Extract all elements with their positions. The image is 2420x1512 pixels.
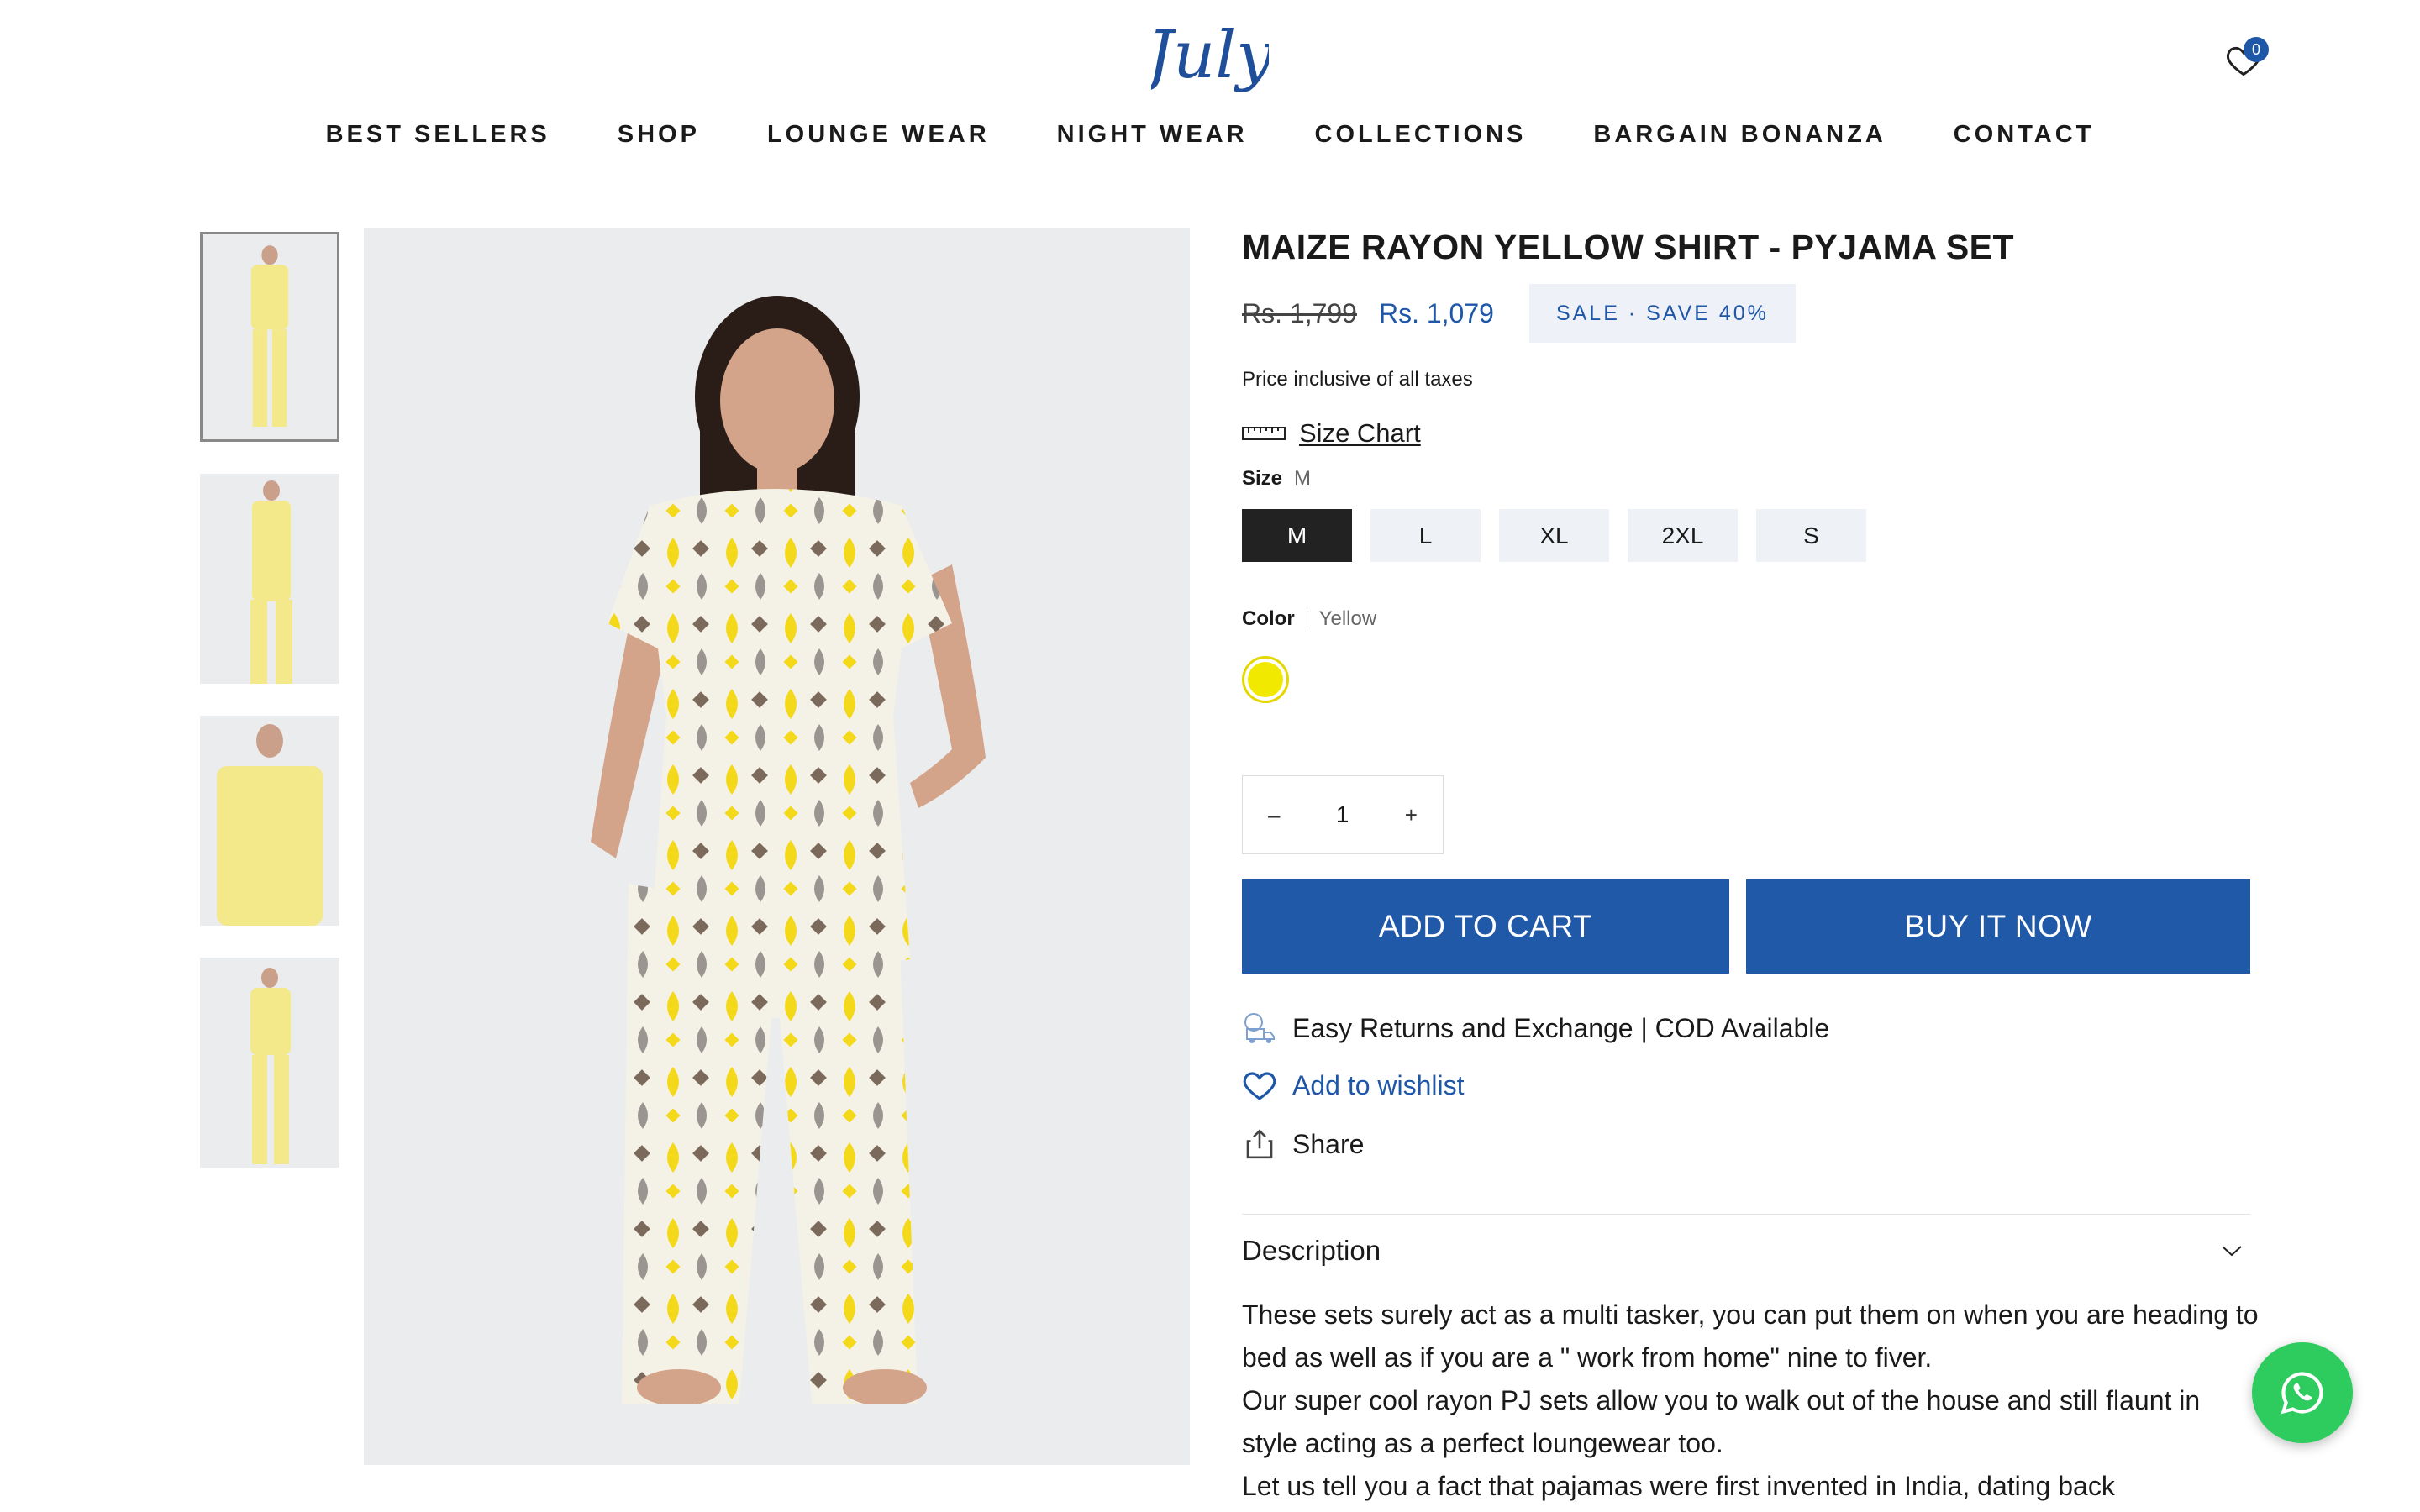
thumbnail-1[interactable] — [200, 232, 339, 442]
buy-now-button[interactable]: BUY IT NOW — [1746, 879, 2250, 974]
product-title: MAIZE RAYON YELLOW SHIRT - PYJAMA SET — [1242, 228, 2015, 266]
color-option-label: Color Yellow — [1242, 607, 2250, 631]
product-photo — [364, 228, 1190, 1465]
nav-lounge-wear[interactable]: LOUNGE WEAR — [767, 118, 990, 151]
thumbnail-list — [200, 232, 339, 1200]
share-link[interactable]: Share — [1242, 1126, 2250, 1162]
nav-shop[interactable]: SHOP — [618, 118, 700, 151]
share-label: Share — [1292, 1128, 1365, 1159]
description-paragraph: Our super cool rayon PJ sets allow you t… — [1242, 1385, 2201, 1458]
size-option-s[interactable]: S — [1756, 509, 1866, 562]
product-thumbnail-image — [200, 958, 339, 1168]
size-selector: M L XL 2XL S — [1242, 509, 2250, 562]
size-option-l[interactable]: L — [1370, 509, 1481, 562]
sale-badge: SALE · SAVE 40% — [1528, 284, 1796, 343]
size-option-m[interactable]: M — [1242, 509, 1352, 562]
quantity-decrease-button[interactable]: – — [1268, 802, 1280, 828]
quantity-stepper: – 1 + — [1242, 775, 1444, 854]
chevron-down-icon — [2222, 1246, 2242, 1257]
product-info: MAIZE RAYON YELLOW SHIRT - PYJAMA SET Rs… — [1242, 223, 2259, 1508]
price-row: Rs. 1,799 Rs. 1,079 SALE · SAVE 40% — [1242, 284, 2250, 343]
size-option-2xl[interactable]: 2XL — [1628, 509, 1738, 562]
color-selected-value: Yellow — [1318, 607, 1377, 630]
size-chart-link[interactable]: Size Chart — [1242, 418, 2250, 449]
brand-logo[interactable]: July — [1135, 18, 1274, 102]
svg-text:July: July — [1151, 22, 1269, 93]
nav-collections[interactable]: COLLECTIONS — [1315, 118, 1527, 151]
size-option-xl[interactable]: XL — [1499, 509, 1609, 562]
nav-bargain-bonanza[interactable]: BARGAIN BONANZA — [1593, 118, 1886, 151]
wishlist-count-badge: 0 — [2244, 37, 2269, 62]
main-nav: BEST SELLERS SHOP LOUNGE WEAR NIGHT WEAR… — [0, 118, 2420, 151]
size-label: Size — [1242, 467, 1283, 490]
thumbnail-3[interactable] — [200, 716, 339, 926]
color-label: Color — [1242, 607, 1295, 630]
size-chart-label: Size Chart — [1299, 418, 1421, 448]
nav-night-wear[interactable]: NIGHT WEAR — [1057, 118, 1248, 151]
nav-contact[interactable]: CONTACT — [1954, 118, 2095, 151]
original-price: Rs. 1,799 — [1242, 297, 1357, 328]
section-divider — [1242, 1214, 2250, 1215]
description-title: Description — [1242, 1235, 1381, 1266]
product-thumbnail-image — [200, 716, 339, 926]
tax-note: Price inclusive of all taxes — [1242, 368, 1473, 391]
nav-best-sellers[interactable]: BEST SELLERS — [326, 118, 550, 151]
logo-graphic: July — [1135, 18, 1274, 93]
heart-icon — [1243, 1072, 1276, 1100]
returns-info: Easy Returns and Exchange | COD Availabl… — [1242, 1011, 2250, 1046]
thumbnail-4[interactable] — [200, 958, 339, 1168]
size-option-label: Size M — [1242, 467, 2250, 491]
quantity-value[interactable]: 1 — [1336, 801, 1349, 828]
swatch-fill — [1248, 662, 1283, 697]
description-body: These sets surely act as a multi tasker,… — [1242, 1294, 2259, 1508]
wishlist-label: Add to wishlist — [1292, 1069, 1465, 1100]
ruler-icon — [1242, 427, 1286, 440]
main-product-image[interactable] — [364, 228, 1190, 1465]
thumbnail-2[interactable] — [200, 474, 339, 684]
product-thumbnail-image — [203, 235, 337, 438]
description-paragraph: These sets surely act as a multi tasker,… — [1242, 1299, 2259, 1373]
whatsapp-icon — [2281, 1372, 2323, 1415]
quantity-increase-button[interactable]: + — [1405, 802, 1418, 828]
delivery-truck-icon — [1244, 1013, 1275, 1043]
color-swatch-yellow[interactable] — [1242, 656, 1289, 703]
sale-price: Rs. 1,079 — [1378, 297, 1494, 328]
purchase-buttons: ADD TO CART BUY IT NOW — [1242, 879, 2250, 974]
description-paragraph: Let us tell you a fact that pajamas were… — [1242, 1471, 2115, 1501]
size-selected-value: M — [1294, 467, 1312, 490]
share-icon — [1246, 1129, 1273, 1159]
product-thumbnail-image — [200, 474, 339, 684]
description-toggle[interactable]: Description — [1242, 1235, 2250, 1267]
whatsapp-chat-button[interactable] — [2252, 1342, 2353, 1443]
add-to-wishlist-link[interactable]: Add to wishlist — [1242, 1068, 2250, 1103]
returns-text: Easy Returns and Exchange | COD Availabl… — [1292, 1012, 1830, 1043]
add-to-cart-button[interactable]: ADD TO CART — [1242, 879, 1730, 974]
header-wishlist-button[interactable]: 0 — [2225, 37, 2269, 81]
